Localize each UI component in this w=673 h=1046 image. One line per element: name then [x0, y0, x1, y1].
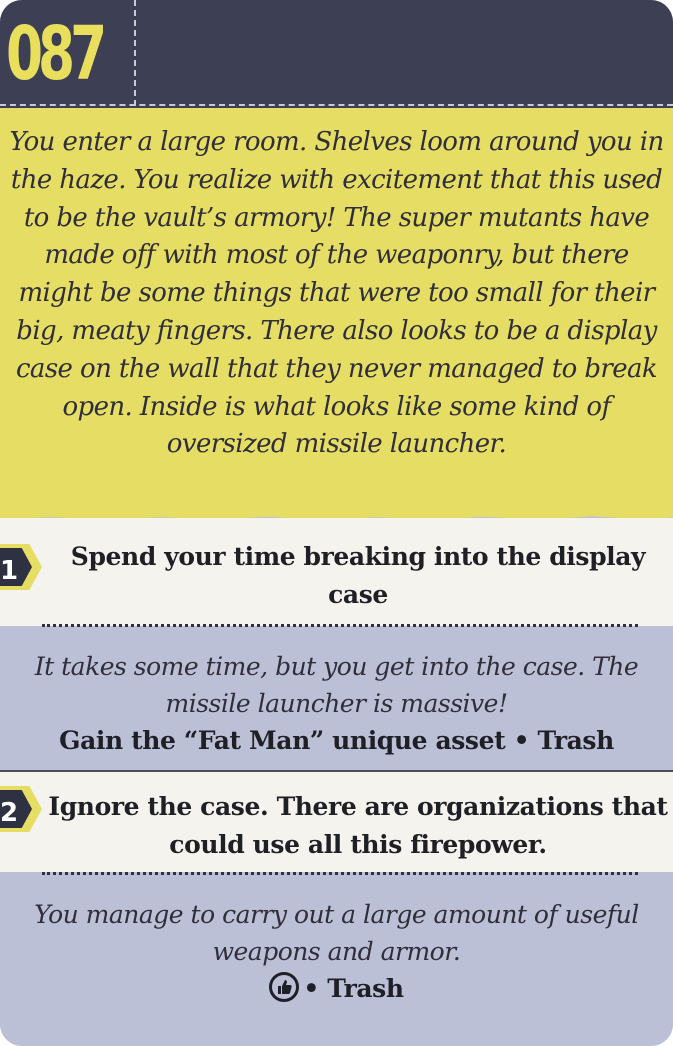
choice-2-marker-arrow: 2 [0, 790, 32, 828]
choice-1[interactable]: 1 Spend your time breaking into the disp… [0, 518, 673, 626]
choice-1-number: 1 [0, 556, 19, 586]
choice-2-marker: 2 [0, 786, 42, 832]
choice-1-marker: 1 [0, 544, 42, 590]
header-rule [0, 104, 673, 106]
choice-1-outcome: It takes some time, but you get into the… [0, 628, 673, 770]
choice-1-dotted-divider [42, 624, 638, 627]
choice-2-outcome: You manage to carry out a large amount o… [0, 876, 673, 1046]
choice-2-dotted-divider [42, 872, 638, 875]
choice-1-label: Spend your time breaking into the displa… [70, 542, 646, 609]
header-divider [134, 0, 136, 106]
choice-2-label: Ignore the case. There are organizations… [48, 792, 668, 859]
choice-2-outcome-effect-line: • Trash [10, 970, 663, 1007]
card-header: 087 [0, 0, 673, 108]
choice-2-outcome-effect: • Trash [303, 974, 404, 1003]
choice-1-marker-arrow: 1 [0, 548, 32, 586]
intro-text: You enter a large room. Shelves loom aro… [9, 127, 664, 460]
choice-2-number: 2 [0, 798, 19, 828]
choice-2[interactable]: 2 Ignore the case. There are organizatio… [0, 772, 673, 872]
thumbs-up-reputation-icon [269, 972, 300, 1002]
choice-1-outcome-text: It takes some time, but you get into the… [34, 652, 639, 718]
choice-1-outcome-effect: Gain the “Fat Man” unique asset • Trash [59, 726, 614, 755]
quest-card: 087 You enter a large room. Shelves loom… [0, 0, 673, 1046]
choice-2-outcome-text: You manage to carry out a large amount o… [34, 900, 639, 966]
card-number: 087 [6, 11, 107, 97]
